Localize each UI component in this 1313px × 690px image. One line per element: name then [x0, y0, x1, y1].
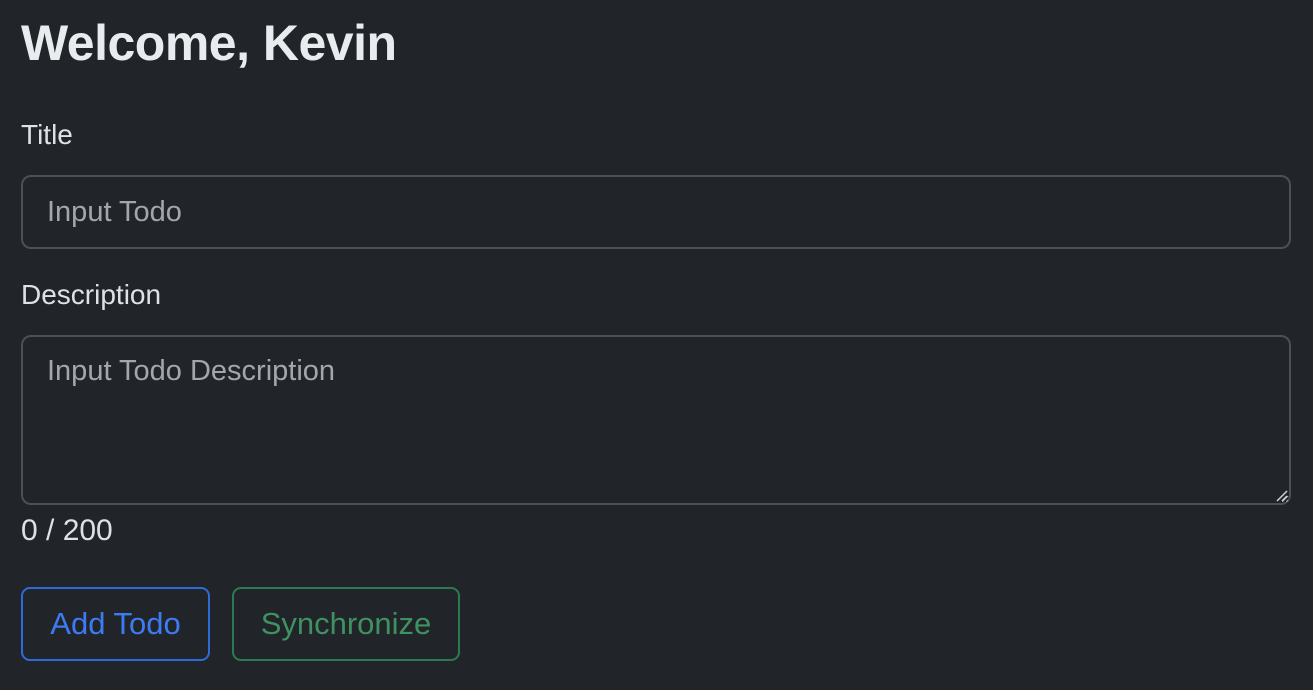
- page-title: Welcome, Kevin: [21, 15, 397, 71]
- todo-title-input[interactable]: [21, 175, 1291, 249]
- add-todo-button[interactable]: Add Todo: [21, 587, 210, 661]
- description-label: Description: [21, 279, 162, 310]
- title-label: Title: [21, 119, 73, 150]
- todo-description-textarea[interactable]: [21, 335, 1291, 505]
- todo-page: Welcome, Kevin Title Description 0 / 200…: [0, 0, 1313, 690]
- synchronize-button[interactable]: Synchronize: [232, 587, 460, 661]
- character-counter: 0 / 200: [21, 514, 113, 547]
